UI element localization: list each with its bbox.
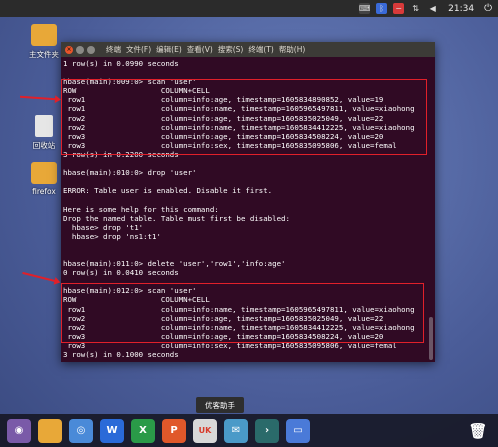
menu-item-search[interactable]: 搜索(S) — [218, 44, 244, 55]
system-tray: ⌨ ᛒ − ⇅ ◀ 21:34 ⏻ — [359, 3, 492, 14]
network-icon[interactable]: ⇅ — [410, 3, 421, 14]
terminal-line: hbase(main):010:0> drop 'user' — [63, 168, 197, 178]
dock-wps-sheet-icon[interactable]: X — [131, 418, 155, 443]
input-method-icon[interactable]: ⌨ — [359, 3, 370, 14]
firefox-folder-icon — [31, 162, 57, 184]
terminal-scrollbar[interactable] — [429, 317, 433, 360]
close-icon[interactable]: × — [65, 45, 73, 54]
terminal-line: 1 row(s) in 0.0990 seconds — [63, 59, 179, 68]
maximize-icon[interactable] — [87, 45, 95, 54]
highlight-box-first-scan — [61, 79, 427, 155]
dock-wps-writer-icon[interactable]: W — [100, 418, 124, 443]
dock-terminal-icon[interactable]: › — [255, 418, 279, 443]
notification-icon[interactable]: − — [393, 3, 405, 14]
dock-trash-icon[interactable]: 🗑 — [466, 419, 490, 443]
power-icon[interactable]: ⏻ — [484, 3, 492, 14]
home-folder-icon — [31, 24, 57, 46]
terminal-line: hbase> drop 't1' — [63, 222, 144, 232]
dock-youker-icon[interactable]: UK — [193, 418, 217, 443]
trash-icon — [35, 115, 53, 137]
volume-icon[interactable]: ◀ — [427, 3, 438, 14]
dock-browser-icon[interactable]: ◎ — [69, 418, 93, 443]
menu-item-view[interactable]: 查看(V) — [187, 44, 213, 55]
minimize-icon[interactable] — [76, 45, 84, 54]
dock-screen-icon[interactable]: ▭ — [286, 418, 310, 443]
terminal-line: Drop the named table. Table must first b… — [63, 213, 290, 223]
highlight-box-second-scan — [61, 283, 424, 343]
terminal-menu: 终端 文件(F) 编辑(E) 查看(V) 搜索(S) 终端(T) 帮助(H) — [106, 44, 305, 55]
menu-item-help[interactable]: 帮助(H) — [279, 44, 306, 55]
dock: ◉ ◎ W X P UK ✉ › ▭ 🗑 — [0, 414, 498, 447]
menu-item-file[interactable]: 文件(F) — [126, 44, 151, 55]
terminal-line: 3 row(s) in 0.1000 seconds — [63, 350, 179, 359]
dock-wps-presentation-icon[interactable]: P — [162, 418, 186, 443]
dock-mail-icon[interactable]: ✉ — [224, 418, 248, 443]
top-panel: ⌨ ᛒ − ⇅ ◀ 21:34 ⏻ — [0, 0, 498, 17]
dock-start-icon[interactable]: ◉ — [7, 418, 31, 443]
terminal-titlebar[interactable]: × 终端 文件(F) 编辑(E) 查看(V) 搜索(S) 终端(T) 帮助(H) — [61, 42, 435, 57]
menu-item-edit[interactable]: 编辑(E) — [156, 44, 182, 55]
clock[interactable]: 21:34 — [448, 4, 474, 14]
menu-item-terminal[interactable]: 终端(T) — [248, 44, 273, 55]
arrow-annotation-second — [22, 271, 56, 283]
bluetooth-icon[interactable]: ᛒ — [376, 3, 388, 14]
terminal-line: Here is some help for this command: — [63, 204, 219, 214]
arrow-annotation-first — [19, 95, 57, 101]
terminal-line: 0 row(s) in 0.0410 seconds — [63, 268, 179, 278]
menu-item-terminal-title: 终端 — [106, 45, 121, 54]
dock-tooltip: 优客助手 — [196, 397, 244, 413]
dock-files-icon[interactable] — [38, 418, 62, 443]
terminal-line: ERROR: Table user is enabled. Disable it… — [63, 186, 273, 196]
terminal-line: hbase> drop 'ns1:t1' — [63, 231, 161, 241]
terminal-line: hbase(main):011:0> delete 'user','row1',… — [63, 259, 286, 269]
